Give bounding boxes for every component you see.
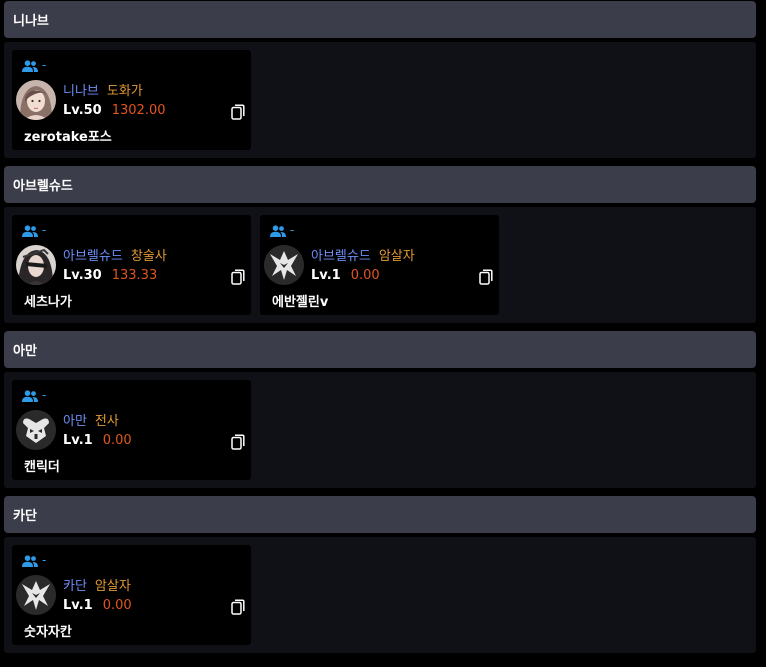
copy-icon[interactable] [231,104,245,120]
party-label: - [42,553,47,567]
character-card[interactable]: - 카단 암살자 Lv.1 0.00 숫자자칸 [12,545,251,645]
character-name: 세츠나가 [24,295,72,310]
server-job-line: 니나브 도화가 [63,80,143,99]
character-level: Lv.1 [311,268,341,283]
class-name: 전사 [94,414,119,429]
item-level: 0.00 [102,433,132,448]
server-header-title: 아브렐슈드 [13,179,73,194]
server-body-2: - 아만 전사 Lv.1 0.00 캔릭더 [4,372,756,488]
server-header-title: 니나브 [13,14,49,29]
assassin-class-icon [16,575,56,615]
level-power-line: Lv.1 0.00 [63,433,132,448]
level-power-line: Lv.1 0.00 [311,268,380,283]
class-name: 암살자 [378,249,415,264]
character-level: Lv.1 [63,433,93,448]
warrior-class-icon [16,410,56,450]
party-label: - [290,223,295,237]
character-card[interactable]: - 아브렐슈드 암살자 Lv.1 0.00 에반젤린v [260,215,499,315]
character-level: Lv.30 [63,268,102,283]
copy-icon[interactable] [479,269,493,285]
server-body-3: - 카단 암살자 Lv.1 0.00 숫자자칸 [4,537,756,653]
party-members-icon [22,60,38,72]
server-name: 아브렐슈드 [63,249,123,264]
server-name: 아브렐슈드 [311,249,371,264]
server-header-title: 아만 [13,344,37,359]
server-job-line: 아브렐슈드 암살자 [311,245,415,264]
party-label: - [42,388,47,402]
item-level: 0.00 [102,598,132,613]
copy-icon[interactable] [231,599,245,615]
server-job-line: 아브렐슈드 창술사 [63,245,167,264]
copy-icon[interactable] [231,269,245,285]
party-members-icon [22,555,38,567]
class-name: 창술사 [130,249,167,264]
character-card[interactable]: - 아브렐슈드 창술사 Lv.30 133.33 세츠나가 [12,215,251,315]
party-label: - [42,223,47,237]
character-level: Lv.1 [63,598,93,613]
server-header-2: 아만 [4,331,756,368]
level-power-line: Lv.30 133.33 [63,268,157,283]
character-name: 캔릭더 [24,460,60,475]
portrait-avatar-icon [16,245,56,285]
character-name: 에반젤린v [272,295,329,310]
character-card[interactable]: - 아만 전사 Lv.1 0.00 캔릭더 [12,380,251,480]
character-card[interactable]: - 니나브 도화가 Lv.50 1302.00 zerotake포스 [12,50,251,150]
party-members-icon [22,225,38,237]
party-members-icon [270,225,286,237]
party-members-icon [22,390,38,402]
portrait-avatar-icon [16,80,56,120]
item-level: 133.33 [111,268,158,283]
server-header-0: 니나브 [4,1,756,38]
item-level: 1302.00 [111,103,166,118]
server-job-line: 아만 전사 [63,410,119,429]
assassin-class-icon [264,245,304,285]
character-name: 숫자자칸 [24,625,72,640]
server-header-title: 카단 [13,509,37,524]
item-level: 0.00 [350,268,380,283]
class-name: 도화가 [106,84,143,99]
server-body-1: - 아브렐슈드 창술사 Lv.30 133.33 세츠나가 - 아브렐슈드 암살… [4,207,756,323]
server-name: 아만 [63,414,87,429]
copy-icon[interactable] [231,434,245,450]
server-header-3: 카단 [4,496,756,533]
server-name: 카단 [63,579,87,594]
class-name: 암살자 [94,579,131,594]
level-power-line: Lv.1 0.00 [63,598,132,613]
server-name: 니나브 [63,84,99,99]
character-name: zerotake포스 [24,130,112,145]
level-power-line: Lv.50 1302.00 [63,103,166,118]
character-list: 니나브 - 니나브 도화가 Lv.50 1302.00 zerotake포스 아… [0,0,766,667]
server-header-1: 아브렐슈드 [4,166,756,203]
server-job-line: 카단 암살자 [63,575,131,594]
character-level: Lv.50 [63,103,102,118]
server-body-0: - 니나브 도화가 Lv.50 1302.00 zerotake포스 [4,42,756,158]
party-label: - [42,58,47,72]
